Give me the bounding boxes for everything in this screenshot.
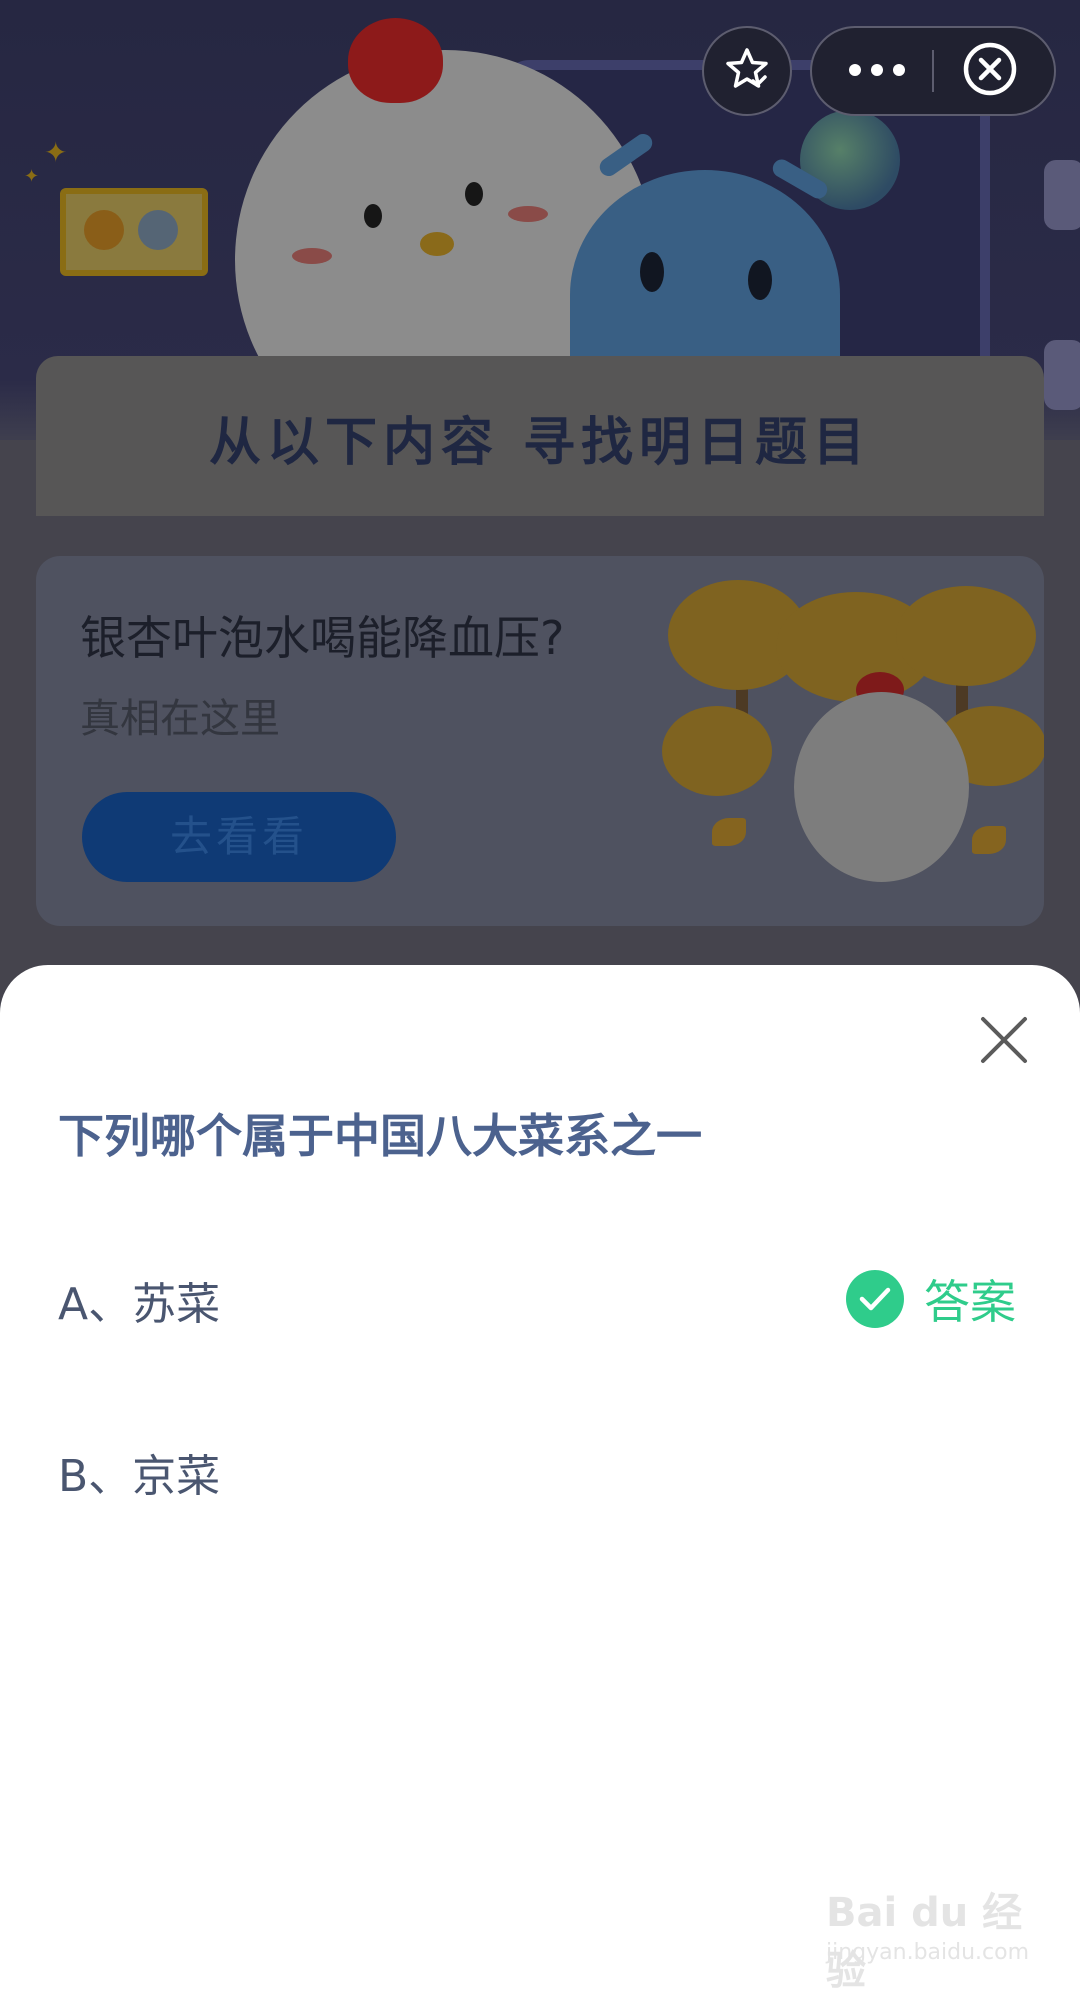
go-see-button[interactable]: 去看看 — [82, 792, 396, 882]
close-mini-program-button[interactable] — [960, 41, 1020, 101]
blue-mascot-eye — [640, 252, 664, 292]
sparkle-icon: ✦ — [24, 166, 40, 187]
more-dots-icon — [847, 62, 907, 81]
more-button[interactable] — [840, 46, 914, 96]
watermark-brand: Bai du 经验 — [826, 1890, 1023, 1994]
chick-mascot — [794, 692, 969, 882]
hen-cheek — [508, 206, 548, 222]
close-circle-icon — [962, 41, 1018, 101]
sparkle-icon: ✦ — [44, 136, 68, 169]
check-circle-icon — [846, 1270, 904, 1328]
hen-eye — [364, 204, 382, 228]
ginkgo-leaf-icon — [972, 826, 1006, 854]
medal-frame-illustration — [60, 188, 208, 276]
ginkgo-bush-illustration — [662, 706, 772, 796]
quiz-option-a[interactable]: A、苏菜 — [58, 1268, 220, 1332]
promo-title: 银杏叶泡水喝能降血压? — [80, 611, 565, 665]
close-x-icon — [978, 1014, 1030, 1070]
hen-comb — [348, 18, 443, 103]
star-check-icon — [723, 45, 771, 97]
silver-medal-icon — [138, 210, 178, 250]
sheet-close-button[interactable] — [972, 1010, 1036, 1074]
capsule-divider — [932, 50, 934, 92]
quiz-option-b[interactable]: B、京菜 — [58, 1440, 220, 1504]
gold-medal-icon — [84, 210, 124, 250]
side-tab-decoration — [1044, 160, 1080, 230]
section-title: 从以下内容 寻找明日题目 — [208, 413, 872, 473]
promo-card[interactable]: 银杏叶泡水喝能降血压? 真相在这里 去看看 — [36, 556, 1044, 926]
blue-mascot-eye — [748, 260, 772, 300]
quiz-question: 下列哪个属于中国八大菜系之一 — [58, 1109, 702, 1163]
side-tab-decoration — [1044, 340, 1080, 410]
answer-indicator: 答案 — [846, 1266, 1016, 1332]
hen-beak — [420, 232, 454, 256]
favorite-button[interactable] — [702, 26, 792, 116]
watermark-url: jingyan.baidu.com — [826, 1940, 1030, 1965]
hen-eye — [465, 182, 483, 206]
hen-cheek — [292, 248, 332, 264]
answer-label: 答案 — [924, 1275, 1016, 1329]
baidu-jingyan-watermark: Bai du 经验 jingyan.baidu.com — [826, 1880, 1030, 1994]
ginkgo-tree-illustration — [896, 586, 1036, 686]
ginkgo-leaf-icon — [712, 818, 746, 846]
promo-subtitle: 真相在这里 — [80, 696, 280, 742]
